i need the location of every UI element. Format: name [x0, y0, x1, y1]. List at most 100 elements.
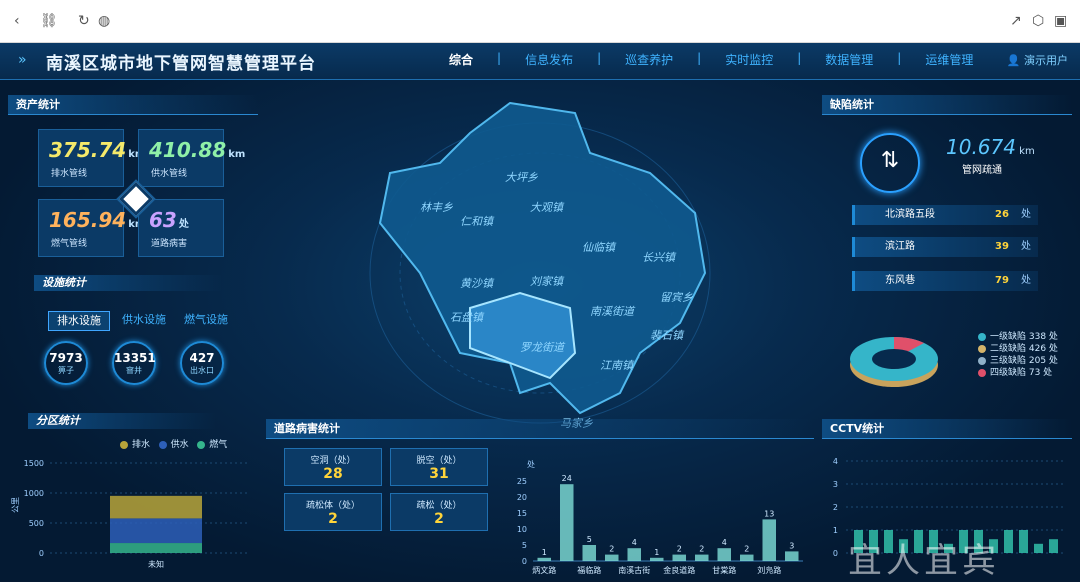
map-region-label: 刘家镇 [530, 275, 565, 288]
y-tick-label: 0 [39, 549, 44, 558]
district-bar-chart: 0 500 1000 1500 公里未知 [11, 459, 250, 569]
data-label: 2 [699, 545, 704, 554]
nav-publish[interactable]: 信息发布 [501, 51, 597, 68]
x-tick-label: 福临路 [577, 565, 601, 575]
chevron-right-icon: » [18, 52, 27, 68]
y-tick-label: 10 [517, 525, 527, 534]
stat-water: 410.88 km 供水管线 [138, 129, 245, 187]
data-label: 5 [587, 535, 592, 544]
tab-gas[interactable]: 燃气设施 [176, 311, 236, 329]
disease-title: 道路病害统计 [266, 419, 814, 439]
y-tick-label: 0 [833, 549, 838, 558]
map-region-label: 留宾乡 [660, 291, 693, 304]
bar-排水 [110, 495, 202, 519]
nav-inspection[interactable]: 巡查养护 [601, 51, 697, 68]
main-nav: 综合 | 信息发布 | 巡查养护 | 实时监控 | 数据管理 | 运维管理 [425, 51, 997, 68]
y-tick-label: 0 [522, 557, 527, 566]
bar [785, 551, 799, 561]
map-region-label: 大坪乡 [505, 171, 538, 184]
ring-outlet: 427 出水口 [180, 341, 224, 385]
x-tick-label: 南溪古街 [618, 565, 650, 575]
globe-icon[interactable]: ◍ [98, 13, 110, 29]
ring-grate: 7973 箅子 [44, 341, 88, 385]
bar [672, 554, 686, 561]
bar [1034, 543, 1043, 553]
y-tick-label: 25 [517, 477, 527, 486]
y-tick-label: 1 [833, 526, 838, 535]
legend-dot [197, 440, 206, 449]
nav-ops[interactable]: 运维管理 [901, 51, 997, 68]
pipe-clean-icon: ⇅ [860, 133, 920, 193]
defect-legend-item: 四级缺陷 73 处 [978, 365, 1052, 378]
data-label: 3 [789, 541, 794, 550]
bar [537, 557, 551, 561]
tab-drainage[interactable]: 排水设施 [48, 311, 110, 331]
bar [1019, 530, 1028, 553]
map-region-label: 南溪街道 [590, 305, 636, 318]
user-icon: 👤 [1006, 54, 1024, 67]
back-icon[interactable]: ‹ [14, 13, 20, 29]
bar [650, 557, 664, 561]
y-unit-label: 处 [527, 459, 535, 469]
stat-value: 63 [149, 208, 177, 232]
stat-label: 燃气管线 [51, 239, 88, 249]
data-label: 1 [542, 548, 547, 557]
bar [695, 554, 709, 561]
user-menu[interactable]: 👤 演示用户 [1007, 52, 1068, 68]
y-tick-label: 4 [833, 457, 838, 466]
card-loose: 疏松（处） 2 [390, 493, 488, 531]
bar [605, 554, 619, 561]
defects-main-label: 管网疏通 [962, 165, 1002, 176]
map-region-label: 长兴镇 [642, 251, 677, 264]
data-label: 2 [609, 545, 614, 554]
map-region-label: 林丰乡 [420, 201, 453, 214]
top-header: » 南溪区城市地下管网智慧管理平台 综合 | 信息发布 | 巡查养护 | 实时监控 | … [0, 43, 1080, 80]
link-icon[interactable]: ⛓ [40, 13, 58, 29]
defects-main-value: 10.674 km [946, 135, 1035, 159]
panel-icon[interactable]: ▣ [1054, 13, 1067, 29]
cube-icon[interactable]: ⬡ [1032, 13, 1044, 29]
bar [582, 545, 596, 561]
bar [627, 548, 641, 561]
dashboard: » 南溪区城市地下管网智慧管理平台 综合 | 信息发布 | 巡查养护 | 实时监控 | … [0, 43, 1080, 581]
card-loose-body: 疏松体（处） 2 [284, 493, 382, 531]
data-label: 4 [722, 538, 727, 547]
road-row[interactable]: 滨江路 39 处 [852, 237, 1038, 257]
stat-value: 375.74 [49, 138, 127, 162]
bar-燃气 [110, 543, 202, 553]
road-row[interactable]: 北滨路五段 26 处 [852, 205, 1038, 225]
stat-drainage: 375.74 km 排水管线 [38, 129, 145, 187]
data-label: 1 [654, 548, 659, 557]
map-region-label: 仙临镇 [582, 241, 617, 254]
district-title: 分区统计 [28, 413, 216, 429]
card-detach: 脱空（处） 31 [390, 448, 488, 486]
nav-monitor[interactable]: 实时监控 [701, 51, 797, 68]
bar [1004, 530, 1013, 553]
nav-data[interactable]: 数据管理 [801, 51, 897, 68]
share-icon[interactable]: ↗ [1010, 13, 1022, 29]
y-tick-label: 1500 [24, 459, 44, 468]
map-region-highlight[interactable] [469, 291, 577, 380]
ring-manhole: 13351 窨井 [112, 341, 156, 385]
nav-overview[interactable]: 综合 [425, 51, 497, 68]
bar [762, 519, 776, 561]
bar-供水 [110, 518, 202, 544]
reload-icon[interactable]: ↻ [78, 13, 90, 29]
road-row[interactable]: 东风巷 79 处 [852, 271, 1038, 291]
data-label: 4 [632, 538, 637, 547]
disease-bar-chart: 处05101520251炳文路245福临路24南溪古街1 2金良道路24甘棠路21… [517, 459, 803, 575]
stat-label: 供水管线 [151, 169, 188, 179]
tab-water[interactable]: 供水设施 [114, 311, 174, 329]
district-map[interactable]: 大坪乡大观镇 林丰乡仁和镇仙临镇长兴镇黄沙镇 刘家镇留宾乡石盘镇 南溪街道裴石镇罗龙街… [360, 93, 720, 433]
facilities-title: 设施统计 [34, 275, 222, 291]
stat-label: 排水管线 [51, 169, 88, 179]
y-tick-label: 5 [522, 541, 527, 550]
data-label: 2 [744, 545, 749, 554]
district-legend: 排水 供水 燃气 [120, 437, 227, 450]
stat-label: 道路病害 [151, 239, 188, 249]
map-region-label: 罗龙街道 [520, 341, 566, 354]
bar [717, 548, 731, 561]
y-tick-label: 1000 [24, 489, 44, 498]
stat-value: 165.94 [49, 208, 127, 232]
legend-dot [158, 440, 167, 449]
